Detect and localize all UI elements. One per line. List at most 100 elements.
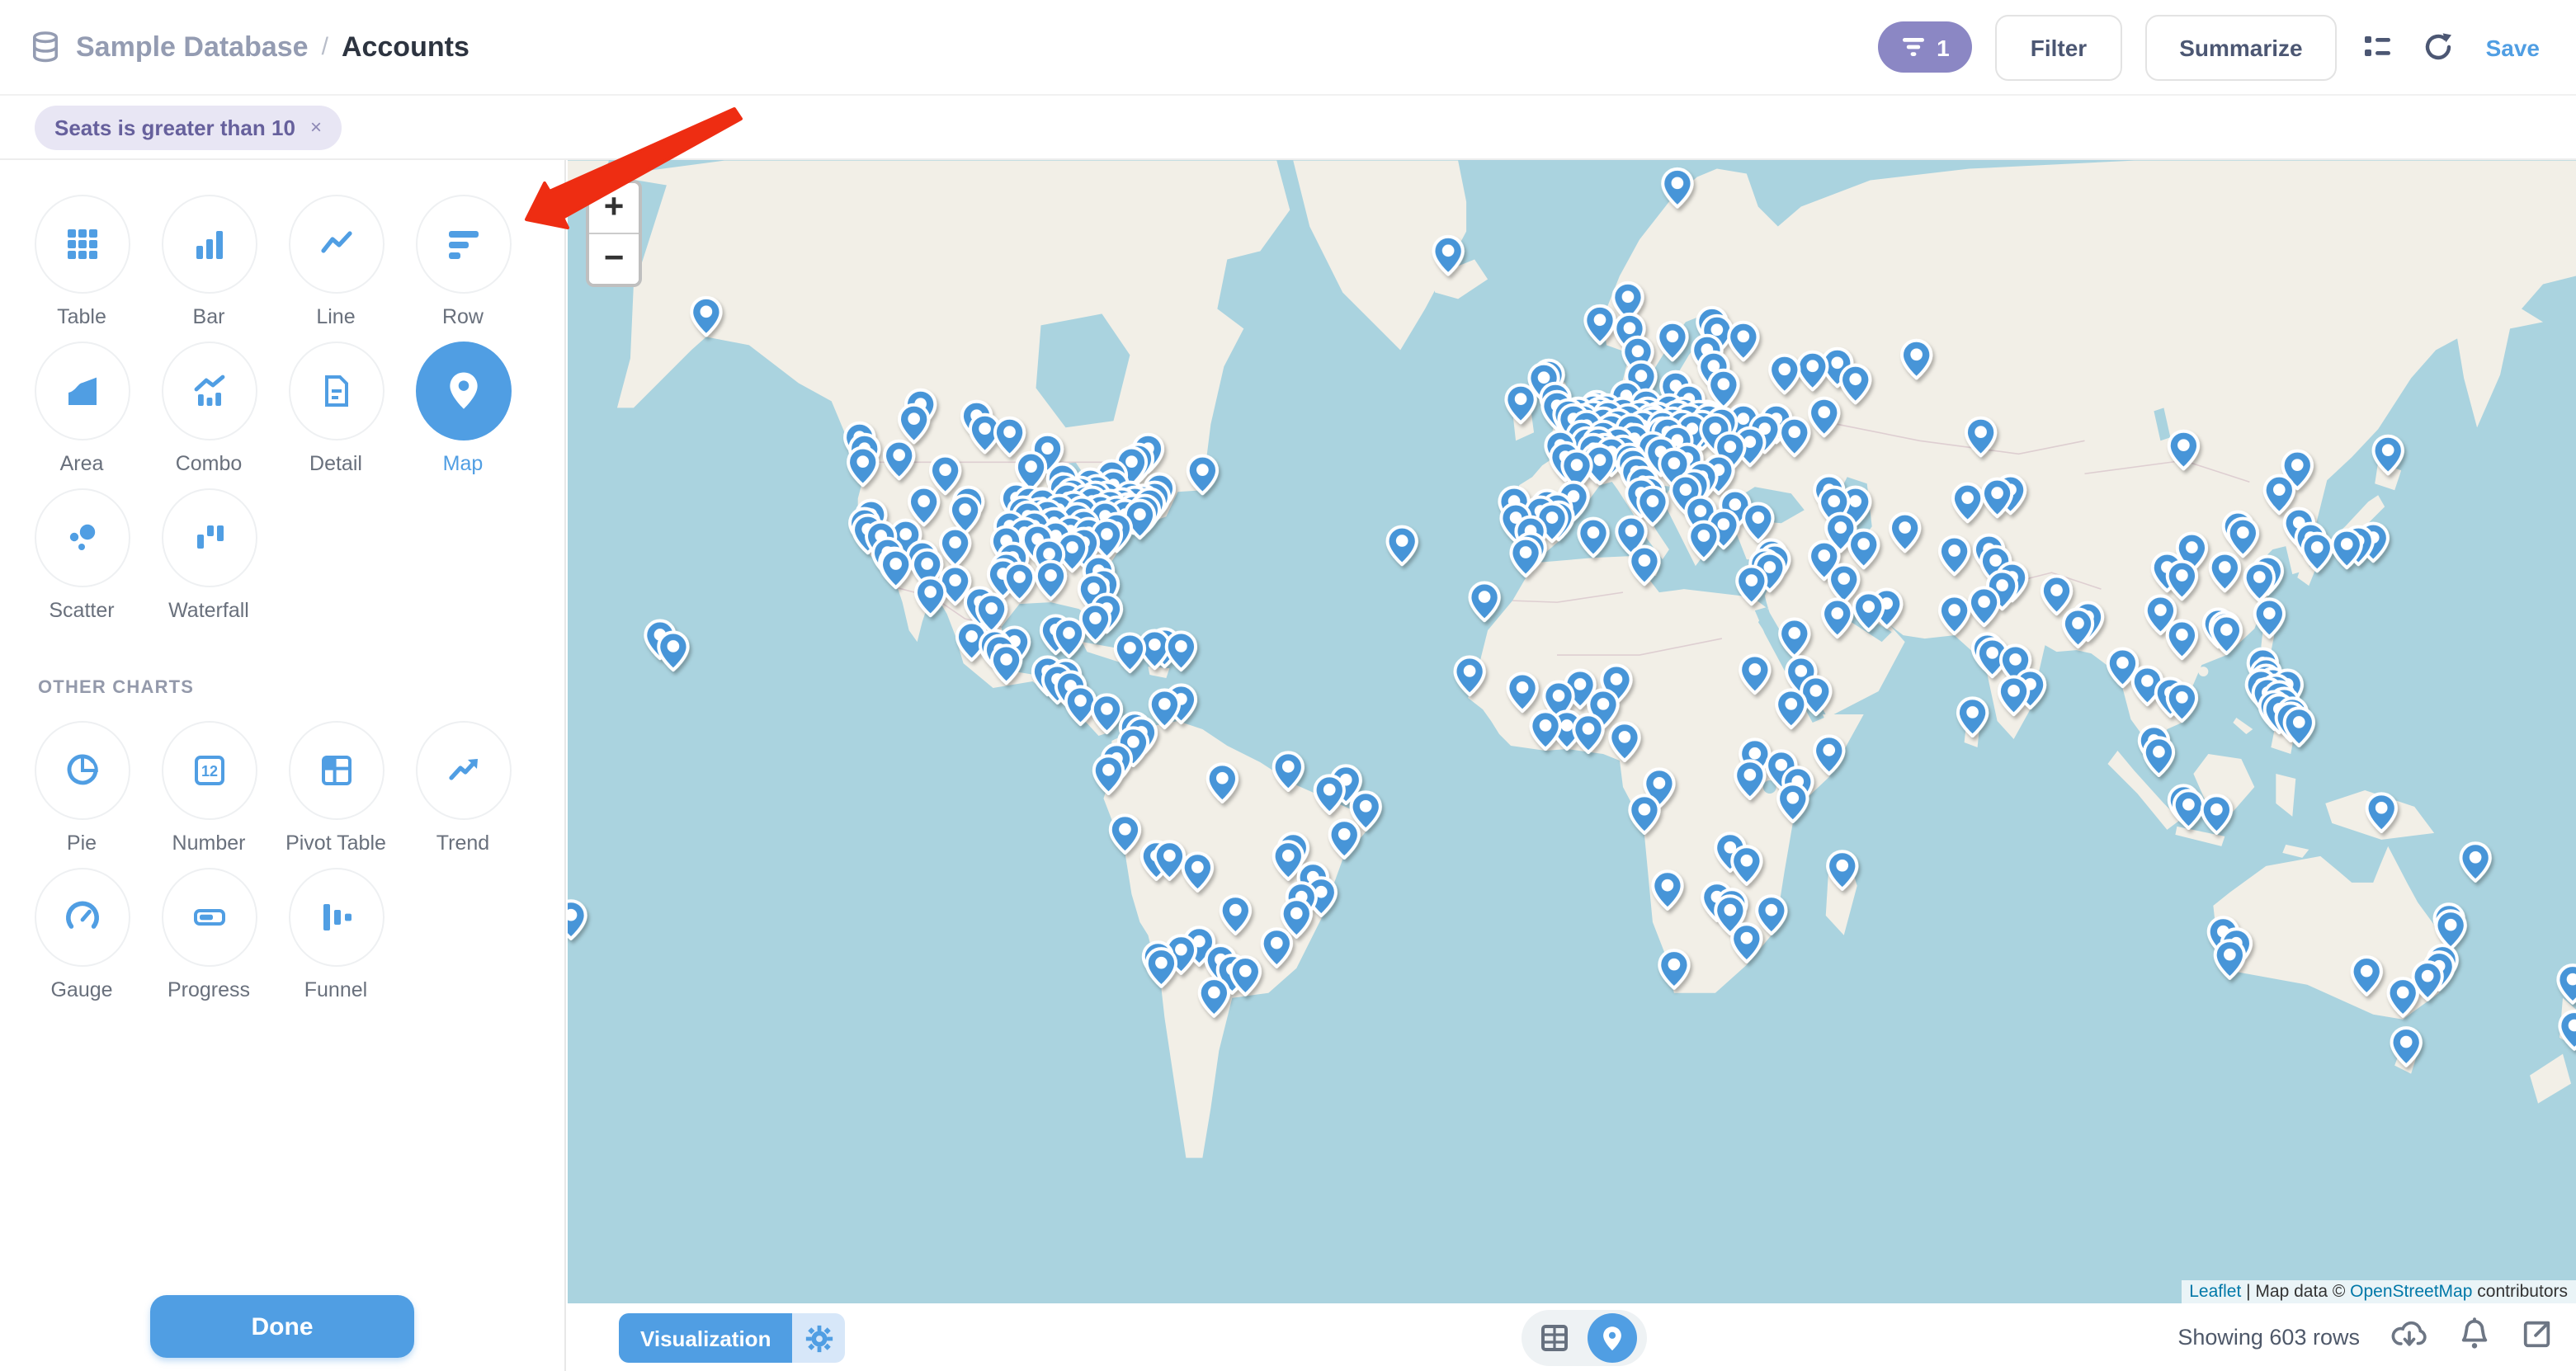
map-pin[interactable] xyxy=(1200,978,1229,1016)
map-pin[interactable] xyxy=(916,577,945,615)
map-pin[interactable] xyxy=(1330,820,1359,858)
map-pin[interactable] xyxy=(1966,418,1995,456)
map-pin[interactable] xyxy=(1630,795,1658,833)
map-pin[interactable] xyxy=(1388,527,1417,565)
map-pin[interactable] xyxy=(1531,711,1559,749)
map-pin[interactable] xyxy=(1507,673,1536,711)
map-pin[interactable] xyxy=(1828,851,1857,889)
remove-filter-icon[interactable]: × xyxy=(310,115,322,139)
chart-type-area[interactable]: Area xyxy=(18,342,145,488)
map-pin[interactable] xyxy=(2265,476,2294,514)
map-pin[interactable] xyxy=(1829,564,1858,602)
map-pin[interactable] xyxy=(1841,365,1870,403)
map-pin[interactable] xyxy=(1735,761,1764,799)
done-button[interactable]: Done xyxy=(150,1295,414,1358)
map-pin[interactable] xyxy=(1183,853,1212,891)
map-pin[interactable] xyxy=(881,550,910,588)
chart-type-progress[interactable]: Progress xyxy=(145,868,272,1015)
map-pin[interactable] xyxy=(2202,795,2231,833)
toggle-table-button[interactable] xyxy=(1522,1325,1588,1351)
map-pin[interactable] xyxy=(1823,599,1852,637)
chart-type-funnel[interactable]: Funnel xyxy=(272,868,399,1015)
map-pin[interactable] xyxy=(1150,690,1179,728)
map-pin[interactable] xyxy=(1757,896,1786,934)
notebook-icon[interactable] xyxy=(2361,29,2397,65)
map-pin[interactable] xyxy=(909,488,938,525)
breadcrumb-table[interactable]: Accounts xyxy=(342,31,469,64)
map-pin[interactable] xyxy=(931,456,960,494)
map-pin[interactable] xyxy=(1732,846,1761,884)
map-pin[interactable] xyxy=(2245,563,2274,601)
chart-type-table[interactable]: Table xyxy=(18,195,145,342)
chart-type-bar[interactable]: Bar xyxy=(145,195,272,342)
map-pin[interactable] xyxy=(1147,949,1176,987)
map-pin[interactable] xyxy=(1798,352,1827,390)
filter-count-pill[interactable]: 1 xyxy=(1877,21,1973,73)
map-canvas[interactable]: + − Leaflet | Map data © OpenStreetMap c… xyxy=(568,160,2576,1303)
chart-type-trend[interactable]: Trend xyxy=(399,721,526,868)
map-pin[interactable] xyxy=(1814,736,1843,774)
map-pin[interactable] xyxy=(1630,547,1658,585)
map-pin[interactable] xyxy=(2169,431,2198,469)
map-pin[interactable] xyxy=(2210,554,2239,591)
map-pin[interactable] xyxy=(2460,843,2489,881)
map-pin[interactable] xyxy=(1511,539,1540,577)
map-pin[interactable] xyxy=(1689,522,1718,560)
map-pin[interactable] xyxy=(1653,871,1682,909)
map-pin[interactable] xyxy=(2229,519,2258,557)
map-pin[interactable] xyxy=(899,405,928,443)
map-pin[interactable] xyxy=(2558,965,2576,1003)
map-pin[interactable] xyxy=(1111,815,1139,853)
map-pin[interactable] xyxy=(848,448,877,486)
map-pin[interactable] xyxy=(1999,676,2028,714)
map-pin[interactable] xyxy=(992,645,1021,683)
chart-type-scatter[interactable]: Scatter xyxy=(18,488,145,635)
map-pin[interactable] xyxy=(1854,592,1883,630)
map-pin[interactable] xyxy=(691,298,720,336)
bell-icon[interactable] xyxy=(2459,1317,2490,1358)
map-pin[interactable] xyxy=(1221,896,1250,934)
external-link-icon[interactable] xyxy=(2522,1317,2553,1357)
map-pin[interactable] xyxy=(1262,929,1291,967)
visualization-button[interactable]: Visualization xyxy=(619,1313,792,1363)
zoom-in-button[interactable]: + xyxy=(589,183,639,234)
map-pin[interactable] xyxy=(2303,534,2332,572)
breadcrumb-database[interactable]: Sample Database xyxy=(76,31,309,64)
map-pin[interactable] xyxy=(941,529,970,567)
map-pin[interactable] xyxy=(1890,514,1919,552)
filter-chip[interactable]: Seats is greater than 10 × xyxy=(35,105,342,149)
visualization-settings-button[interactable] xyxy=(792,1313,845,1363)
map-pin[interactable] xyxy=(1066,686,1095,724)
map-pin[interactable] xyxy=(1274,752,1303,790)
summarize-button[interactable]: Summarize xyxy=(2144,14,2337,80)
map-markers[interactable] xyxy=(568,160,2576,1303)
map-pin[interactable] xyxy=(1940,537,1969,575)
map-pin[interactable] xyxy=(1737,566,1766,604)
chart-type-map[interactable]: Map xyxy=(399,342,526,488)
map-pin[interactable] xyxy=(1770,356,1799,393)
chart-type-gauge[interactable]: Gauge xyxy=(18,868,145,1015)
map-pin[interactable] xyxy=(1740,655,1769,693)
map-pin[interactable] xyxy=(2255,599,2284,637)
map-pin[interactable] xyxy=(2215,940,2244,978)
map-pin[interactable] xyxy=(2174,790,2203,828)
map-pin[interactable] xyxy=(1433,237,1462,275)
map-pin[interactable] xyxy=(1970,587,1998,625)
map-pin[interactable] xyxy=(1094,756,1123,794)
zoom-out-button[interactable]: − xyxy=(589,234,639,284)
map-pin[interactable] xyxy=(1188,456,1217,494)
chart-type-row[interactable]: Row xyxy=(399,195,526,342)
map-pin[interactable] xyxy=(2144,737,2173,775)
map-pin[interactable] xyxy=(1732,924,1761,962)
map-pin[interactable] xyxy=(2168,562,2196,600)
map-pin[interactable] xyxy=(1081,604,1110,642)
map-pin[interactable] xyxy=(1780,418,1809,456)
map-pin[interactable] xyxy=(1780,619,1809,657)
map-pin[interactable] xyxy=(1940,596,1969,634)
map-pin[interactable] xyxy=(1506,385,1535,423)
map-pin[interactable] xyxy=(1809,398,1838,436)
map-pin[interactable] xyxy=(1578,519,1607,557)
map-pin[interactable] xyxy=(1573,714,1602,752)
map-pin[interactable] xyxy=(1778,784,1807,822)
osm-link[interactable]: OpenStreetMap xyxy=(2350,1282,2472,1302)
